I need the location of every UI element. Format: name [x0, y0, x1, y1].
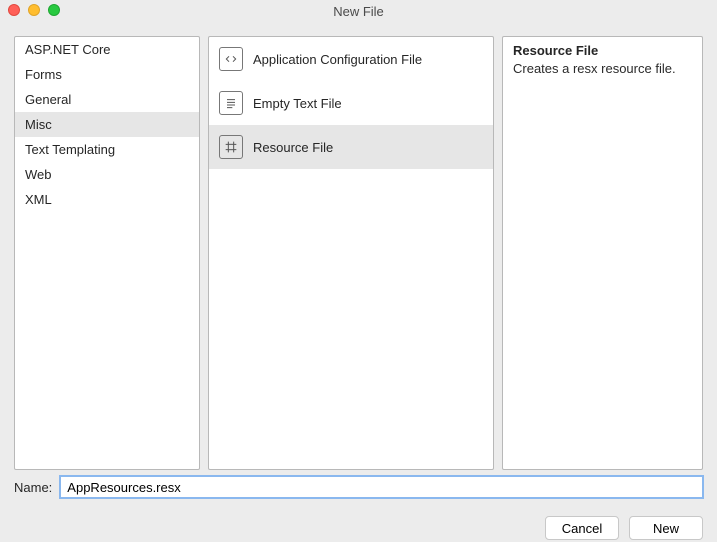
- columns: ASP.NET Core Forms General Misc Text Tem…: [0, 22, 717, 470]
- description-title: Resource File: [513, 43, 692, 58]
- template-label: Resource File: [253, 140, 333, 155]
- category-label: Forms: [25, 67, 62, 82]
- name-row: Name:: [0, 470, 717, 498]
- button-row: Cancel New: [0, 498, 717, 540]
- category-label: Web: [25, 167, 52, 182]
- zoom-icon[interactable]: [48, 4, 60, 16]
- description-body: Creates a resx resource file.: [513, 60, 692, 78]
- template-item-app-config[interactable]: Application Configuration File: [209, 37, 493, 81]
- close-icon[interactable]: [8, 4, 20, 16]
- category-item-xml[interactable]: XML: [15, 187, 199, 212]
- category-item-misc[interactable]: Misc: [15, 112, 199, 137]
- category-label: General: [25, 92, 71, 107]
- name-input[interactable]: [60, 476, 703, 498]
- window-controls: [8, 4, 60, 16]
- category-list: ASP.NET Core Forms General Misc Text Tem…: [14, 36, 200, 470]
- template-list: Application Configuration File Empty Tex…: [208, 36, 494, 470]
- template-label: Empty Text File: [253, 96, 342, 111]
- window-title: New File: [333, 4, 384, 19]
- template-item-empty-text[interactable]: Empty Text File: [209, 81, 493, 125]
- category-item-aspnet-core[interactable]: ASP.NET Core: [15, 37, 199, 62]
- category-item-text-templating[interactable]: Text Templating: [15, 137, 199, 162]
- new-button[interactable]: New: [629, 516, 703, 540]
- name-label: Name:: [14, 480, 52, 495]
- cancel-button[interactable]: Cancel: [545, 516, 619, 540]
- category-item-forms[interactable]: Forms: [15, 62, 199, 87]
- minimize-icon[interactable]: [28, 4, 40, 16]
- category-label: Misc: [25, 117, 52, 132]
- description-panel: Resource File Creates a resx resource fi…: [502, 36, 703, 470]
- template-item-resource-file[interactable]: Resource File: [209, 125, 493, 169]
- text-file-icon: [219, 91, 243, 115]
- code-file-icon: [219, 47, 243, 71]
- category-label: Text Templating: [25, 142, 115, 157]
- category-label: XML: [25, 192, 52, 207]
- resource-file-icon: [219, 135, 243, 159]
- template-label: Application Configuration File: [253, 52, 422, 67]
- category-item-general[interactable]: General: [15, 87, 199, 112]
- category-item-web[interactable]: Web: [15, 162, 199, 187]
- category-label: ASP.NET Core: [25, 42, 111, 57]
- titlebar: New File: [0, 0, 717, 22]
